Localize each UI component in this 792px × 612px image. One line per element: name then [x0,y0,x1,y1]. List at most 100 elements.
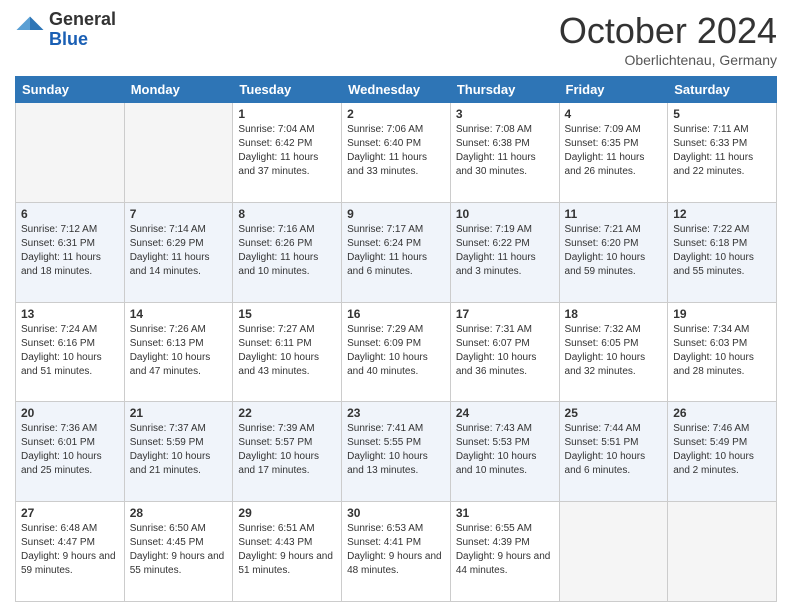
sunrise-text: Sunrise: 7:06 AM [347,123,445,137]
day-number: 19 [673,307,771,321]
day-info: Sunrise: 7:17 AMSunset: 6:24 PMDaylight:… [347,223,445,279]
col-wednesday: Wednesday [342,77,451,103]
day-info: Sunrise: 7:37 AMSunset: 5:59 PMDaylight:… [130,422,228,478]
sunset-text: Sunset: 4:47 PM [21,536,119,550]
day-number: 1 [238,107,336,121]
daylight-text: Daylight: 9 hours and 44 minutes. [456,550,554,578]
sunset-text: Sunset: 6:18 PM [673,237,771,251]
calendar-cell: 8Sunrise: 7:16 AMSunset: 6:26 PMDaylight… [233,202,342,302]
daylight-text: Daylight: 11 hours and 22 minutes. [673,151,771,179]
calendar-week-1: 6Sunrise: 7:12 AMSunset: 6:31 PMDaylight… [16,202,777,302]
daylight-text: Daylight: 9 hours and 55 minutes. [130,550,228,578]
daylight-text: Daylight: 11 hours and 14 minutes. [130,251,228,279]
day-info: Sunrise: 7:27 AMSunset: 6:11 PMDaylight:… [238,323,336,379]
daylight-text: Daylight: 10 hours and 28 minutes. [673,351,771,379]
day-number: 13 [21,307,119,321]
day-number: 3 [456,107,554,121]
calendar-cell [668,502,777,602]
daylight-text: Daylight: 10 hours and 55 minutes. [673,251,771,279]
calendar-body: 1Sunrise: 7:04 AMSunset: 6:42 PMDaylight… [16,103,777,602]
daylight-text: Daylight: 11 hours and 3 minutes. [456,251,554,279]
sunrise-text: Sunrise: 7:16 AM [238,223,336,237]
calendar-cell: 31Sunrise: 6:55 AMSunset: 4:39 PMDayligh… [450,502,559,602]
calendar-cell: 11Sunrise: 7:21 AMSunset: 6:20 PMDayligh… [559,202,668,302]
daylight-text: Daylight: 10 hours and 36 minutes. [456,351,554,379]
day-number: 23 [347,406,445,420]
day-number: 21 [130,406,228,420]
calendar-cell: 25Sunrise: 7:44 AMSunset: 5:51 PMDayligh… [559,402,668,502]
day-info: Sunrise: 7:26 AMSunset: 6:13 PMDaylight:… [130,323,228,379]
day-info: Sunrise: 7:32 AMSunset: 6:05 PMDaylight:… [565,323,663,379]
calendar-cell: 13Sunrise: 7:24 AMSunset: 6:16 PMDayligh… [16,302,125,402]
calendar-table: Sunday Monday Tuesday Wednesday Thursday… [15,76,777,602]
logo-general: General [49,10,116,30]
day-number: 5 [673,107,771,121]
logo-blue: Blue [49,30,116,50]
calendar-cell [16,103,125,203]
col-thursday: Thursday [450,77,559,103]
col-saturday: Saturday [668,77,777,103]
sunrise-text: Sunrise: 7:12 AM [21,223,119,237]
sunrise-text: Sunrise: 7:24 AM [21,323,119,337]
day-number: 4 [565,107,663,121]
day-info: Sunrise: 7:36 AMSunset: 6:01 PMDaylight:… [21,422,119,478]
sunset-text: Sunset: 5:51 PM [565,436,663,450]
day-number: 18 [565,307,663,321]
daylight-text: Daylight: 10 hours and 51 minutes. [21,351,119,379]
day-number: 24 [456,406,554,420]
daylight-text: Daylight: 11 hours and 18 minutes. [21,251,119,279]
daylight-text: Daylight: 10 hours and 25 minutes. [21,450,119,478]
day-number: 2 [347,107,445,121]
daylight-text: Daylight: 10 hours and 10 minutes. [456,450,554,478]
calendar-header: Sunday Monday Tuesday Wednesday Thursday… [16,77,777,103]
sunset-text: Sunset: 6:09 PM [347,337,445,351]
day-number: 10 [456,207,554,221]
day-info: Sunrise: 7:44 AMSunset: 5:51 PMDaylight:… [565,422,663,478]
sunrise-text: Sunrise: 7:22 AM [673,223,771,237]
sunset-text: Sunset: 6:07 PM [456,337,554,351]
day-number: 9 [347,207,445,221]
daylight-text: Daylight: 11 hours and 37 minutes. [238,151,336,179]
calendar-week-0: 1Sunrise: 7:04 AMSunset: 6:42 PMDaylight… [16,103,777,203]
sunrise-text: Sunrise: 6:50 AM [130,522,228,536]
daylight-text: Daylight: 10 hours and 32 minutes. [565,351,663,379]
sunrise-text: Sunrise: 7:41 AM [347,422,445,436]
sunset-text: Sunset: 6:20 PM [565,237,663,251]
daylight-text: Daylight: 10 hours and 2 minutes. [673,450,771,478]
calendar-week-4: 27Sunrise: 6:48 AMSunset: 4:47 PMDayligh… [16,502,777,602]
daylight-text: Daylight: 11 hours and 33 minutes. [347,151,445,179]
sunset-text: Sunset: 6:05 PM [565,337,663,351]
sunrise-text: Sunrise: 7:17 AM [347,223,445,237]
sunset-text: Sunset: 6:35 PM [565,137,663,151]
daylight-text: Daylight: 9 hours and 51 minutes. [238,550,336,578]
month-title: October 2024 [559,10,777,52]
sunset-text: Sunset: 5:55 PM [347,436,445,450]
subtitle: Oberlichtenau, Germany [559,52,777,68]
day-info: Sunrise: 7:14 AMSunset: 6:29 PMDaylight:… [130,223,228,279]
calendar-cell: 12Sunrise: 7:22 AMSunset: 6:18 PMDayligh… [668,202,777,302]
sunset-text: Sunset: 4:41 PM [347,536,445,550]
day-info: Sunrise: 7:21 AMSunset: 6:20 PMDaylight:… [565,223,663,279]
day-info: Sunrise: 7:09 AMSunset: 6:35 PMDaylight:… [565,123,663,179]
calendar-cell: 20Sunrise: 7:36 AMSunset: 6:01 PMDayligh… [16,402,125,502]
daylight-text: Daylight: 10 hours and 6 minutes. [565,450,663,478]
page: General Blue October 2024 Oberlichtenau,… [0,0,792,612]
col-tuesday: Tuesday [233,77,342,103]
calendar-cell: 14 Sunrise: 7:26 AMSunset: 6:13 PMDayligh… [124,302,233,402]
sunrise-text: Sunrise: 7:34 AM [673,323,771,337]
calendar-cell: 2 Sunrise: 7:06 AMSunset: 6:40 PMDaylight… [342,103,451,203]
calendar-cell: 27Sunrise: 6:48 AMSunset: 4:47 PMDayligh… [16,502,125,602]
sunrise-text: Sunrise: 7:43 AM [456,422,554,436]
sunset-text: Sunset: 6:26 PM [238,237,336,251]
sunset-text: Sunset: 5:53 PM [456,436,554,450]
sunrise-text: Sunrise: 7:26 AM [130,323,228,337]
day-number: 6 [21,207,119,221]
sunrise-text: Sunrise: 7:27 AM [238,323,336,337]
day-info: Sunrise: 7:06 AMSunset: 6:40 PMDaylight:… [347,123,445,179]
sunrise-text: Sunrise: 7:09 AM [565,123,663,137]
calendar-cell: 26Sunrise: 7:46 AMSunset: 5:49 PMDayligh… [668,402,777,502]
day-number: 7 [130,207,228,221]
calendar-cell [559,502,668,602]
daylight-text: Daylight: 10 hours and 17 minutes. [238,450,336,478]
day-number: 14 [130,307,228,321]
